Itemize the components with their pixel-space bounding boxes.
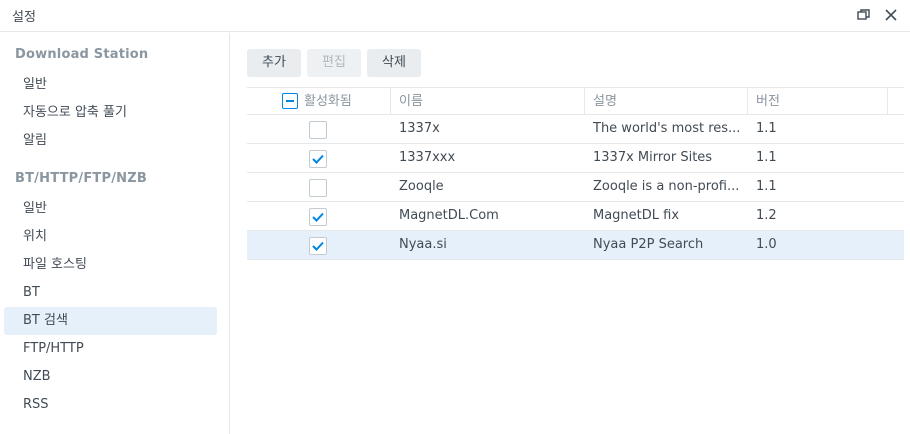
sidebar-item-nzb[interactable]: NZB [4, 363, 217, 391]
table-body: 1337x The world's most res... 1.1 1337xxx 13… [247, 115, 904, 260]
table-row[interactable]: Nyaa.si Nyaa P2P Search 1.0 [247, 231, 904, 260]
header-enabled-label: 활성화됨 [304, 94, 352, 109]
cell-description: MagnetDL fix [593, 208, 680, 223]
cell-version: 1.0 [756, 237, 777, 252]
cell-name: MagnetDL.Com [399, 208, 499, 223]
cell-name: Zooqle [399, 179, 444, 194]
delete-button[interactable]: 삭제 [367, 49, 421, 77]
table-row[interactable]: Zooqle Zooqle is a non-profi... 1.1 [247, 173, 904, 202]
select-all-checkbox[interactable] [282, 93, 298, 109]
cell-description: Nyaa P2P Search [593, 237, 704, 252]
restore-icon[interactable] [856, 7, 872, 23]
sidebar-item-general[interactable]: 일반 [4, 71, 217, 99]
cell-description: 1337x Mirror Sites [593, 150, 713, 165]
sidebar-item-ftp-http[interactable]: FTP/HTTP [4, 335, 217, 363]
sidebar-item-auto-extract[interactable]: 자동으로 압축 풀기 [4, 99, 217, 127]
edit-button[interactable]: 편집 [307, 49, 361, 77]
sidebar-item-rss[interactable]: RSS [4, 391, 217, 419]
sidebar-item-notification[interactable]: 알림 [4, 127, 217, 155]
cell-version: 1.1 [756, 121, 777, 136]
table-header: 활성화됨 이름 설명 버전 [247, 87, 904, 115]
table-row[interactable]: MagnetDL.Com MagnetDL fix 1.2 [247, 202, 904, 231]
enabled-checkbox[interactable] [309, 208, 327, 226]
enabled-checkbox[interactable] [309, 121, 327, 139]
main-panel: 추가 편집 삭제 활성화됨 이름 설명 버전 1337x The world's … [231, 33, 910, 434]
sidebar: Download Station 일반 자동으로 압축 풀기 알림 BT/HTT… [0, 33, 230, 434]
title-bar: 설정 [0, 0, 910, 32]
sidebar-item-bt-search[interactable]: BT 검색 [4, 307, 217, 335]
cell-version: 1.2 [756, 208, 777, 223]
sidebar-group-download-station: Download Station [15, 47, 149, 62]
sidebar-item-file-hosting[interactable]: 파일 호스팅 [4, 251, 217, 279]
enabled-checkbox[interactable] [309, 179, 327, 197]
header-description[interactable]: 설명 [585, 88, 748, 115]
enabled-checkbox[interactable] [309, 237, 327, 255]
sidebar-group-bt-http-ftp-nzb: BT/HTTP/FTP/NZB [15, 171, 147, 186]
add-button[interactable]: 추가 [247, 49, 301, 77]
cell-name: 1337x [399, 121, 440, 136]
sidebar-item-bt-general[interactable]: 일반 [4, 195, 217, 223]
sidebar-item-location[interactable]: 위치 [4, 223, 217, 251]
cell-description: The world's most res... [593, 121, 741, 136]
table-row[interactable]: 1337x The world's most res... 1.1 [247, 115, 904, 144]
enabled-checkbox[interactable] [309, 150, 327, 168]
header-version[interactable]: 버전 [748, 88, 888, 115]
cell-version: 1.1 [756, 179, 777, 194]
close-icon[interactable] [882, 6, 900, 24]
cell-version: 1.1 [756, 150, 777, 165]
search-engine-table: 활성화됨 이름 설명 버전 1337x The world's most res.… [247, 87, 904, 260]
cell-name: 1337xxx [399, 150, 456, 165]
window-title: 설정 [12, 10, 36, 25]
table-row[interactable]: 1337xxx 1337x Mirror Sites 1.1 [247, 144, 904, 173]
cell-name: Nyaa.si [399, 237, 447, 252]
cell-description: Zooqle is a non-profi... [593, 179, 740, 194]
header-enabled[interactable]: 활성화됨 [247, 88, 391, 115]
sidebar-item-bt[interactable]: BT [4, 279, 217, 307]
header-name[interactable]: 이름 [391, 88, 585, 115]
